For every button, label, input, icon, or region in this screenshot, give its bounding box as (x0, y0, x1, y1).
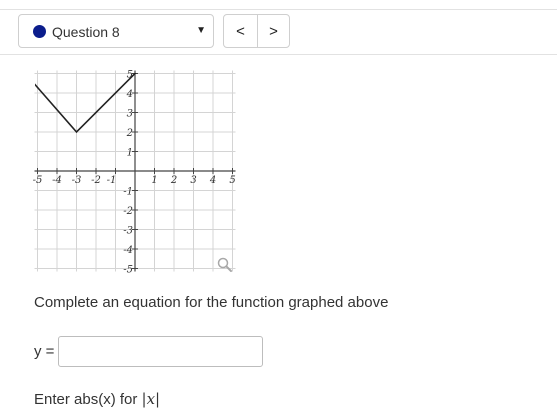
question-label: Question 8 (52, 24, 120, 40)
y-tick-label: -3 (123, 226, 133, 237)
question-select[interactable]: Question 8 ▼ (18, 14, 214, 48)
y-tick-label: -5 (123, 265, 133, 276)
x-tick-label: -5 (33, 175, 43, 186)
hint-text: Enter abs(x) for |x| (34, 390, 160, 408)
y-tick-label: -2 (123, 206, 133, 217)
question-nav: < > (223, 14, 290, 48)
x-tick-label: -4 (52, 175, 62, 186)
x-tick-label: -3 (72, 175, 82, 186)
y-tick-label: 2 (126, 128, 133, 139)
previous-question-button[interactable]: < (224, 15, 258, 47)
chevron-down-icon: ▼ (196, 25, 206, 36)
x-tick-label: 5 (229, 175, 235, 186)
question-prompt: Complete an equation for the function gr… (34, 294, 389, 311)
graph-tick-labels: -5 -4 -3 -2 -1 1 2 3 4 554321-1-2-3-4-5 (33, 70, 236, 275)
question-status-dot (33, 25, 46, 38)
answer-input[interactable] (58, 336, 263, 367)
y-tick-label: -1 (123, 187, 133, 198)
y-tick-label: -4 (123, 245, 133, 256)
next-question-button[interactable]: > (257, 15, 290, 47)
y-tick-label: 4 (126, 89, 133, 100)
header-divider (0, 54, 557, 55)
function-graph: -5 -4 -3 -2 -1 1 2 3 4 554321-1-2-3-4-5 (33, 70, 236, 275)
graph-axes (34, 70, 236, 272)
x-tick-label: 4 (209, 175, 216, 186)
y-equals-label: y = (34, 343, 55, 360)
x-tick-label: -1 (107, 175, 117, 186)
x-tick-label: 1 (151, 175, 157, 186)
function-line (35, 73, 137, 134)
x-tick-label: 3 (190, 175, 196, 186)
graph-line (35, 73, 137, 134)
y-tick-label: 1 (127, 148, 133, 159)
magnifier-icon[interactable] (217, 257, 232, 272)
x-tick-label: -2 (91, 175, 101, 186)
hint-prefix: Enter abs(x) for (34, 391, 142, 408)
y-tick-label: 3 (127, 109, 133, 120)
hint-math: |x| (141, 390, 161, 408)
top-divider (0, 9, 557, 10)
x-tick-label: 2 (170, 175, 177, 186)
